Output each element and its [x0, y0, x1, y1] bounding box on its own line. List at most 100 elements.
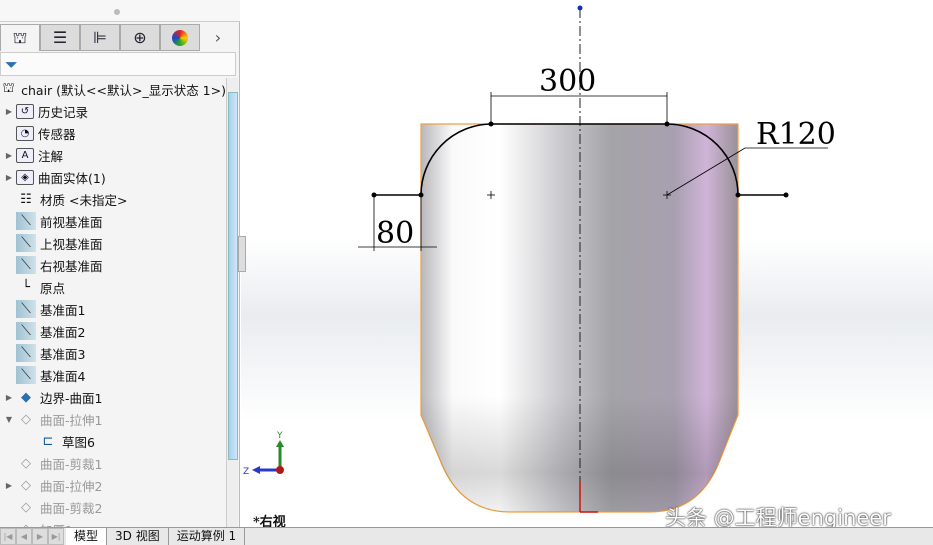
tree-item[interactable]: ▶ ◆ 边界-曲面1: [0, 386, 226, 408]
prev-tab-button[interactable]: ◀: [16, 528, 32, 545]
plane-icon: ⟍: [16, 300, 36, 318]
triad-axis-icon: Y Z: [243, 431, 284, 477]
origin-icon: └: [22, 279, 30, 295]
tree-item-label: 曲面-剪裁1: [40, 456, 103, 472]
filter-box[interactable]: ⏷: [0, 52, 236, 76]
surface-bodies-folder-icon: ◈: [16, 169, 34, 185]
tab-nav-buttons: |◀ ◀ ▶ ▶|: [0, 528, 66, 545]
tab-3d-view[interactable]: 3D 视图: [107, 528, 169, 545]
last-tab-button[interactable]: ▶|: [48, 528, 64, 545]
tree-item-label: 基准面2: [40, 324, 86, 340]
plane-icon: ⟍: [16, 322, 36, 340]
tree-item-label: 曲面-拉伸1: [40, 412, 103, 428]
dimxpert-icon: ⊕: [133, 28, 147, 47]
tree-item-label: 注解: [38, 148, 64, 164]
surface-extrude-icon: ◇: [21, 411, 31, 427]
tree-item-label: 前视基准面: [40, 214, 103, 230]
tree-item-label: 基准面1: [40, 302, 86, 318]
plane-icon: ⟍: [16, 366, 36, 384]
property-manager-icon: ☰: [52, 28, 68, 47]
part-icon: ⛫: [2, 80, 15, 96]
display-manager-icon: [172, 29, 188, 46]
tree-item[interactable]: ⟍ 上视基准面: [0, 232, 226, 254]
tree-scrollbar[interactable]: [226, 78, 238, 527]
dimension-80-text[interactable]: 80: [376, 216, 414, 251]
tree-item[interactable]: └ 原点: [0, 276, 226, 298]
annotation-folder-icon: A: [16, 147, 34, 163]
tree-item-label: 材质 <未指定>: [40, 192, 128, 208]
expand-arrow-icon[interactable]: ▶: [2, 393, 16, 402]
plane-icon: ⟍: [16, 212, 36, 230]
tree-item[interactable]: ▶ ◇ 曲面-拉伸2: [0, 474, 226, 496]
expand-arrow-icon[interactable]: ▶: [2, 173, 16, 182]
tree-item-label: 右视基准面: [40, 258, 103, 274]
surface-trim-icon: ◇: [21, 455, 31, 471]
tree-item-label: 历史记录: [38, 104, 89, 120]
tree-item[interactable]: ◇ 曲面-剪裁2: [0, 496, 226, 518]
boundary-surface-icon: ◆: [21, 389, 31, 405]
axis-z-label: Z: [243, 467, 249, 477]
tree-item[interactable]: ◔ 传感器: [0, 122, 226, 144]
tree-item[interactable]: ▶ A 注解: [0, 144, 226, 166]
tree-item[interactable]: ◇ 曲面-剪裁1: [0, 452, 226, 474]
graphics-viewport[interactable]: 300 R120 80 Y Z: [241, 0, 933, 527]
tree-item[interactable]: ⟍ 基准面4: [0, 364, 226, 386]
tree-item[interactable]: ▶ ↺ 历史记录: [0, 100, 226, 122]
tree-item-label: 曲面-拉伸2: [40, 478, 103, 494]
sketch-icon: ⊏: [42, 433, 54, 449]
tree-item[interactable]: ⟍ 前视基准面: [0, 210, 226, 232]
plane-icon: ⟍: [16, 344, 36, 362]
tab-display-manager[interactable]: [160, 24, 200, 51]
feature-tree: ⛫ chair (默认<<默认>_显示状态 1>) ▶ ↺ 历史记录 ◔ 传感器 ▶ A 注解…: [0, 78, 226, 540]
tree-item-label: 基准面4: [40, 368, 86, 384]
tab-property-manager[interactable]: ☰: [40, 24, 80, 51]
tree-item-label: 曲面实体(1): [38, 170, 106, 186]
tab-model[interactable]: 模型: [66, 528, 108, 545]
feature-manager-icon: ⛫: [12, 27, 28, 47]
tree-item-label: 基准面3: [40, 346, 86, 362]
surface-extrude-icon: ◇: [21, 477, 31, 493]
tree-item-label: 原点: [40, 280, 66, 296]
sensor-folder-icon: ◔: [16, 125, 34, 141]
origin-point: [577, 5, 583, 11]
tree-root-label: chair (默认<<默认>_显示状态 1>): [21, 82, 226, 98]
tab-motion-study-1[interactable]: 运动算例 1: [169, 528, 246, 545]
bottom-tab-bar: |◀ ◀ ▶ ▶| 模型 3D 视图 运动算例 1: [0, 527, 933, 545]
tree-item[interactable]: ⟍ 基准面2: [0, 320, 226, 342]
tree-item[interactable]: ⊏ 草图6: [0, 430, 226, 452]
tree-item-label: 边界-曲面1: [40, 390, 103, 406]
tab-configuration-manager[interactable]: ⊫: [80, 24, 120, 51]
configuration-manager-icon: ⊫: [93, 28, 107, 47]
plane-icon: ⟍: [16, 256, 36, 274]
dimension-300-text[interactable]: 300: [539, 64, 596, 99]
surface-trim-icon: ◇: [21, 499, 31, 515]
first-tab-button[interactable]: |◀: [0, 528, 16, 545]
dimension-r120-text[interactable]: R120: [756, 117, 836, 152]
tree-item[interactable]: ▼ ◇ 曲面-拉伸1: [0, 408, 226, 430]
collapse-arrow-icon[interactable]: ▼: [2, 415, 16, 424]
next-tab-button[interactable]: ▶: [32, 528, 48, 545]
tab-dimxpert[interactable]: ⊕: [120, 24, 160, 51]
expand-arrow-icon[interactable]: ▶: [2, 107, 16, 116]
axis-y-label: Y: [276, 431, 283, 441]
tree-item[interactable]: ⟍ 基准面1: [0, 298, 226, 320]
expand-arrow-icon[interactable]: ▶: [2, 481, 16, 490]
tree-item-label: 上视基准面: [40, 236, 103, 252]
tabs-scroll-right-button[interactable]: ›: [200, 24, 236, 51]
panel-splitter[interactable]: [238, 236, 246, 272]
tree-item-label: 草图6: [62, 434, 95, 450]
tree-item[interactable]: ☷ 材质 <未指定>: [0, 188, 226, 210]
expand-arrow-icon[interactable]: ▶: [2, 151, 16, 160]
panel-tabs: ⛫ ☰ ⊫ ⊕ ›: [0, 24, 240, 51]
tree-root[interactable]: ⛫ chair (默认<<默认>_显示状态 1>): [0, 78, 226, 100]
history-folder-icon: ↺: [16, 103, 34, 119]
panel-grip[interactable]: [0, 0, 240, 22]
tree-item-label: 传感器: [38, 126, 76, 142]
filter-icon: ⏷: [5, 55, 18, 74]
tree-item[interactable]: ▶ ◈ 曲面实体(1): [0, 166, 226, 188]
material-icon: ☷: [20, 191, 32, 207]
tree-item[interactable]: ⟍ 右视基准面: [0, 254, 226, 276]
plane-icon: ⟍: [16, 234, 36, 252]
tree-item[interactable]: ⟍ 基准面3: [0, 342, 226, 364]
tab-feature-manager[interactable]: ⛫: [0, 24, 40, 51]
